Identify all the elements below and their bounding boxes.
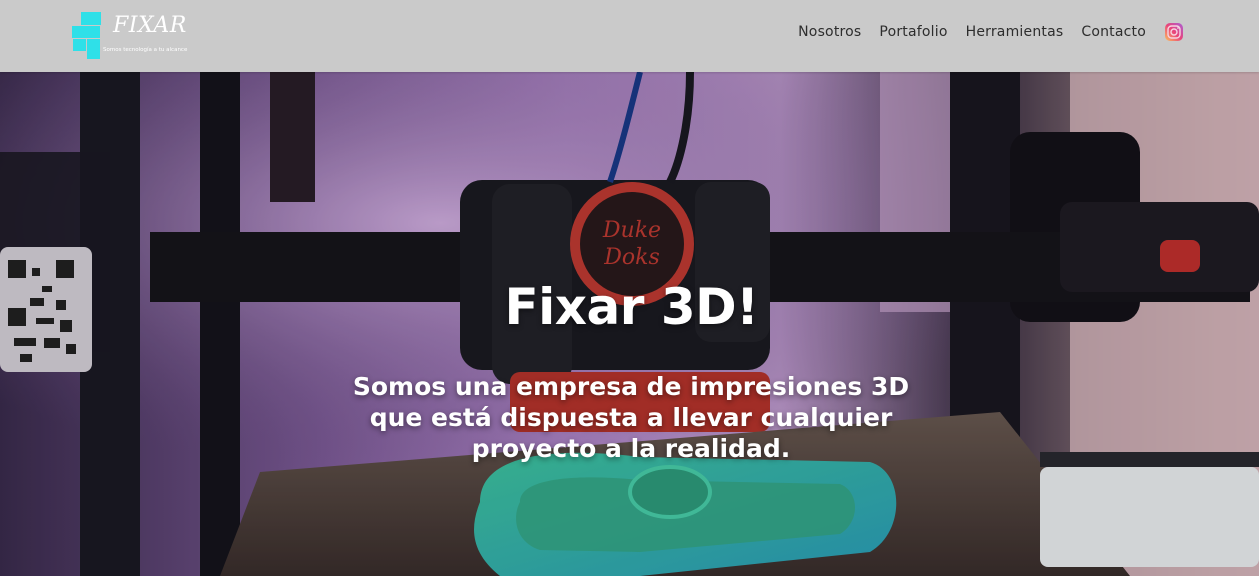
- hero-section: Duke Doks Fixar 3D! Somos una empresa de…: [0, 72, 1259, 576]
- site-header: FIXAR Somos tecnología a tu alcance Noso…: [0, 0, 1259, 72]
- brand-name: FIXAR: [113, 13, 187, 38]
- brand-tagline: Somos tecnología a tu alcance: [103, 47, 188, 53]
- nav-item-portafolio[interactable]: Portafolio: [879, 24, 947, 40]
- instagram-icon[interactable]: [1164, 22, 1184, 42]
- logo-mark-icon: [72, 12, 104, 60]
- main-nav: Nosotros Portafolio Herramientas Contact…: [780, 20, 1184, 44]
- hero-title: Fixar 3D!: [504, 278, 759, 336]
- nav-item-nosotros[interactable]: Nosotros: [798, 24, 861, 40]
- brand-logo[interactable]: FIXAR Somos tecnología a tu alcance: [72, 12, 192, 60]
- hero-description: Somos una empresa de impresiones 3D que …: [352, 372, 910, 463]
- nav-item-contacto[interactable]: Contacto: [1081, 24, 1146, 40]
- nav-item-herramientas[interactable]: Herramientas: [966, 24, 1064, 40]
